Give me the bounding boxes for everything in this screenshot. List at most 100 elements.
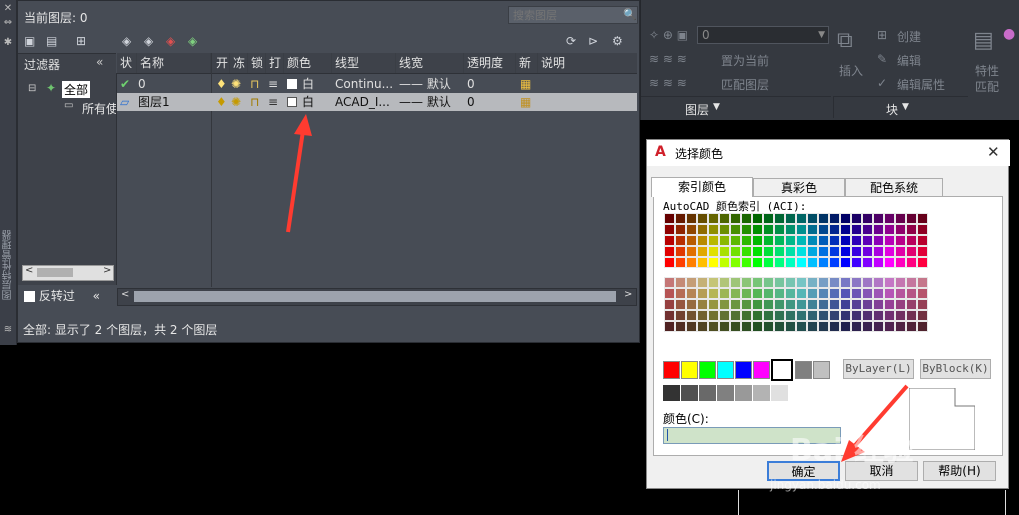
aci-swatch[interactable]	[708, 213, 719, 224]
layer-lineweight[interactable]: —— 默认	[399, 75, 451, 93]
close-icon[interactable]: ✕	[2, 4, 14, 14]
aci-swatch[interactable]	[730, 321, 741, 332]
aci-swatch[interactable]	[708, 288, 719, 299]
aci-swatch[interactable]	[785, 277, 796, 288]
aci-swatch[interactable]	[774, 235, 785, 246]
aci-swatch[interactable]	[708, 257, 719, 268]
aci-swatch[interactable]	[664, 257, 675, 268]
aci-swatch[interactable]	[785, 288, 796, 299]
aci-swatch[interactable]	[840, 213, 851, 224]
aci-swatch[interactable]	[884, 224, 895, 235]
collapse-filter-icon[interactable]: «	[96, 55, 103, 69]
scroll-right-icon[interactable]: >	[624, 289, 632, 300]
aci-swatch[interactable]	[873, 224, 884, 235]
aci-swatch[interactable]	[873, 235, 884, 246]
scroll-thumb[interactable]	[134, 291, 616, 302]
aci-swatch[interactable]	[785, 321, 796, 332]
aci-swatch[interactable]	[664, 213, 675, 224]
aci-swatch[interactable]	[752, 246, 763, 257]
aci-swatch[interactable]	[840, 277, 851, 288]
aci-swatch[interactable]	[675, 299, 686, 310]
scroll-thumb[interactable]	[37, 268, 73, 277]
aci-swatch[interactable]	[906, 299, 917, 310]
aci-swatch[interactable]	[796, 257, 807, 268]
aci-swatch[interactable]	[895, 246, 906, 257]
chevron-down-icon[interactable]: ▼	[902, 102, 909, 112]
aci-swatch[interactable]	[686, 277, 697, 288]
refresh-icon[interactable]: ⟳	[566, 33, 576, 49]
close-icon[interactable]: ✕	[987, 143, 1000, 161]
aci-swatch[interactable]	[763, 257, 774, 268]
layer-color-name[interactable]: 白	[302, 75, 314, 93]
aci-swatch[interactable]	[785, 257, 796, 268]
aci-swatch[interactable]	[807, 310, 818, 321]
ribbon-match[interactable]: 匹配	[975, 78, 999, 95]
layer-states-icon[interactable]: ⊞	[76, 33, 86, 49]
aci-swatch[interactable]	[697, 277, 708, 288]
aci-swatch[interactable]	[851, 246, 862, 257]
aci-swatch[interactable]	[917, 310, 928, 321]
col-transparency[interactable]: 透明度	[464, 53, 516, 73]
aci-swatch[interactable]	[664, 235, 675, 246]
aci-swatch[interactable]	[884, 288, 895, 299]
gray-color-swatch[interactable]	[699, 385, 716, 401]
aci-swatch[interactable]	[862, 288, 873, 299]
tab-true-color[interactable]: 真彩色	[753, 178, 845, 196]
aci-swatch[interactable]	[785, 246, 796, 257]
aci-swatch[interactable]	[774, 246, 785, 257]
aci-swatch[interactable]	[763, 277, 774, 288]
aci-swatch[interactable]	[796, 235, 807, 246]
aci-swatch[interactable]	[917, 277, 928, 288]
aci-swatch[interactable]	[851, 310, 862, 321]
aci-swatch[interactable]	[697, 310, 708, 321]
aci-swatch[interactable]	[664, 224, 675, 235]
standard-color-swatch[interactable]	[753, 361, 770, 379]
aci-swatch[interactable]	[818, 246, 829, 257]
aci-swatch[interactable]	[697, 288, 708, 299]
scroll-left-icon[interactable]: <	[25, 265, 33, 276]
aci-swatch[interactable]	[741, 257, 752, 268]
aci-swatch[interactable]	[818, 321, 829, 332]
aci-swatch[interactable]	[906, 288, 917, 299]
standard-color-swatch[interactable]	[735, 361, 752, 379]
scroll-left-icon[interactable]: <	[121, 289, 129, 300]
aci-swatch[interactable]	[796, 246, 807, 257]
aci-swatch[interactable]	[730, 299, 741, 310]
aci-swatch[interactable]	[741, 213, 752, 224]
col-on[interactable]: 开	[213, 53, 230, 73]
aci-swatch[interactable]	[763, 246, 774, 257]
col-new-vp[interactable]: 新	[516, 53, 538, 73]
aci-swatch[interactable]	[730, 246, 741, 257]
bulb-on-icon[interactable]: ♦	[216, 75, 227, 93]
gray-color-swatch[interactable]	[753, 385, 770, 401]
tab-color-books[interactable]: 配色系统	[845, 178, 943, 196]
aci-swatch[interactable]	[730, 235, 741, 246]
aci-swatch[interactable]	[719, 288, 730, 299]
layer-transparency[interactable]: 0	[467, 75, 475, 93]
ribbon-properties[interactable]: 特性	[975, 62, 999, 79]
aci-swatch[interactable]	[664, 246, 675, 257]
aci-swatch[interactable]	[686, 257, 697, 268]
aci-swatch[interactable]	[807, 257, 818, 268]
aci-swatch[interactable]	[851, 235, 862, 246]
settings-icon[interactable]: ✱	[2, 38, 14, 48]
new-vp-freeze-icon[interactable]: ▦	[520, 75, 531, 93]
aci-swatch[interactable]	[884, 257, 895, 268]
aci-swatch[interactable]	[752, 310, 763, 321]
aci-swatch[interactable]	[763, 299, 774, 310]
aci-swatch[interactable]	[873, 299, 884, 310]
color-swatch[interactable]	[287, 79, 297, 89]
aci-swatch[interactable]	[697, 235, 708, 246]
unlock-icon[interactable]: ⊓	[250, 93, 259, 111]
aci-swatch[interactable]	[730, 310, 741, 321]
aci-swatch[interactable]	[675, 246, 686, 257]
edit-block-icon[interactable]: ✎	[877, 52, 887, 66]
aci-swatch[interactable]	[752, 288, 763, 299]
aci-swatch[interactable]	[851, 299, 862, 310]
plot-icon[interactable]: ≡	[268, 93, 278, 111]
aci-swatch[interactable]	[664, 321, 675, 332]
chevron-down-icon[interactable]: ▼	[818, 27, 825, 43]
aci-swatch[interactable]	[818, 277, 829, 288]
layer-lineweight[interactable]: —— 默认	[399, 93, 451, 111]
aci-swatch[interactable]	[851, 321, 862, 332]
